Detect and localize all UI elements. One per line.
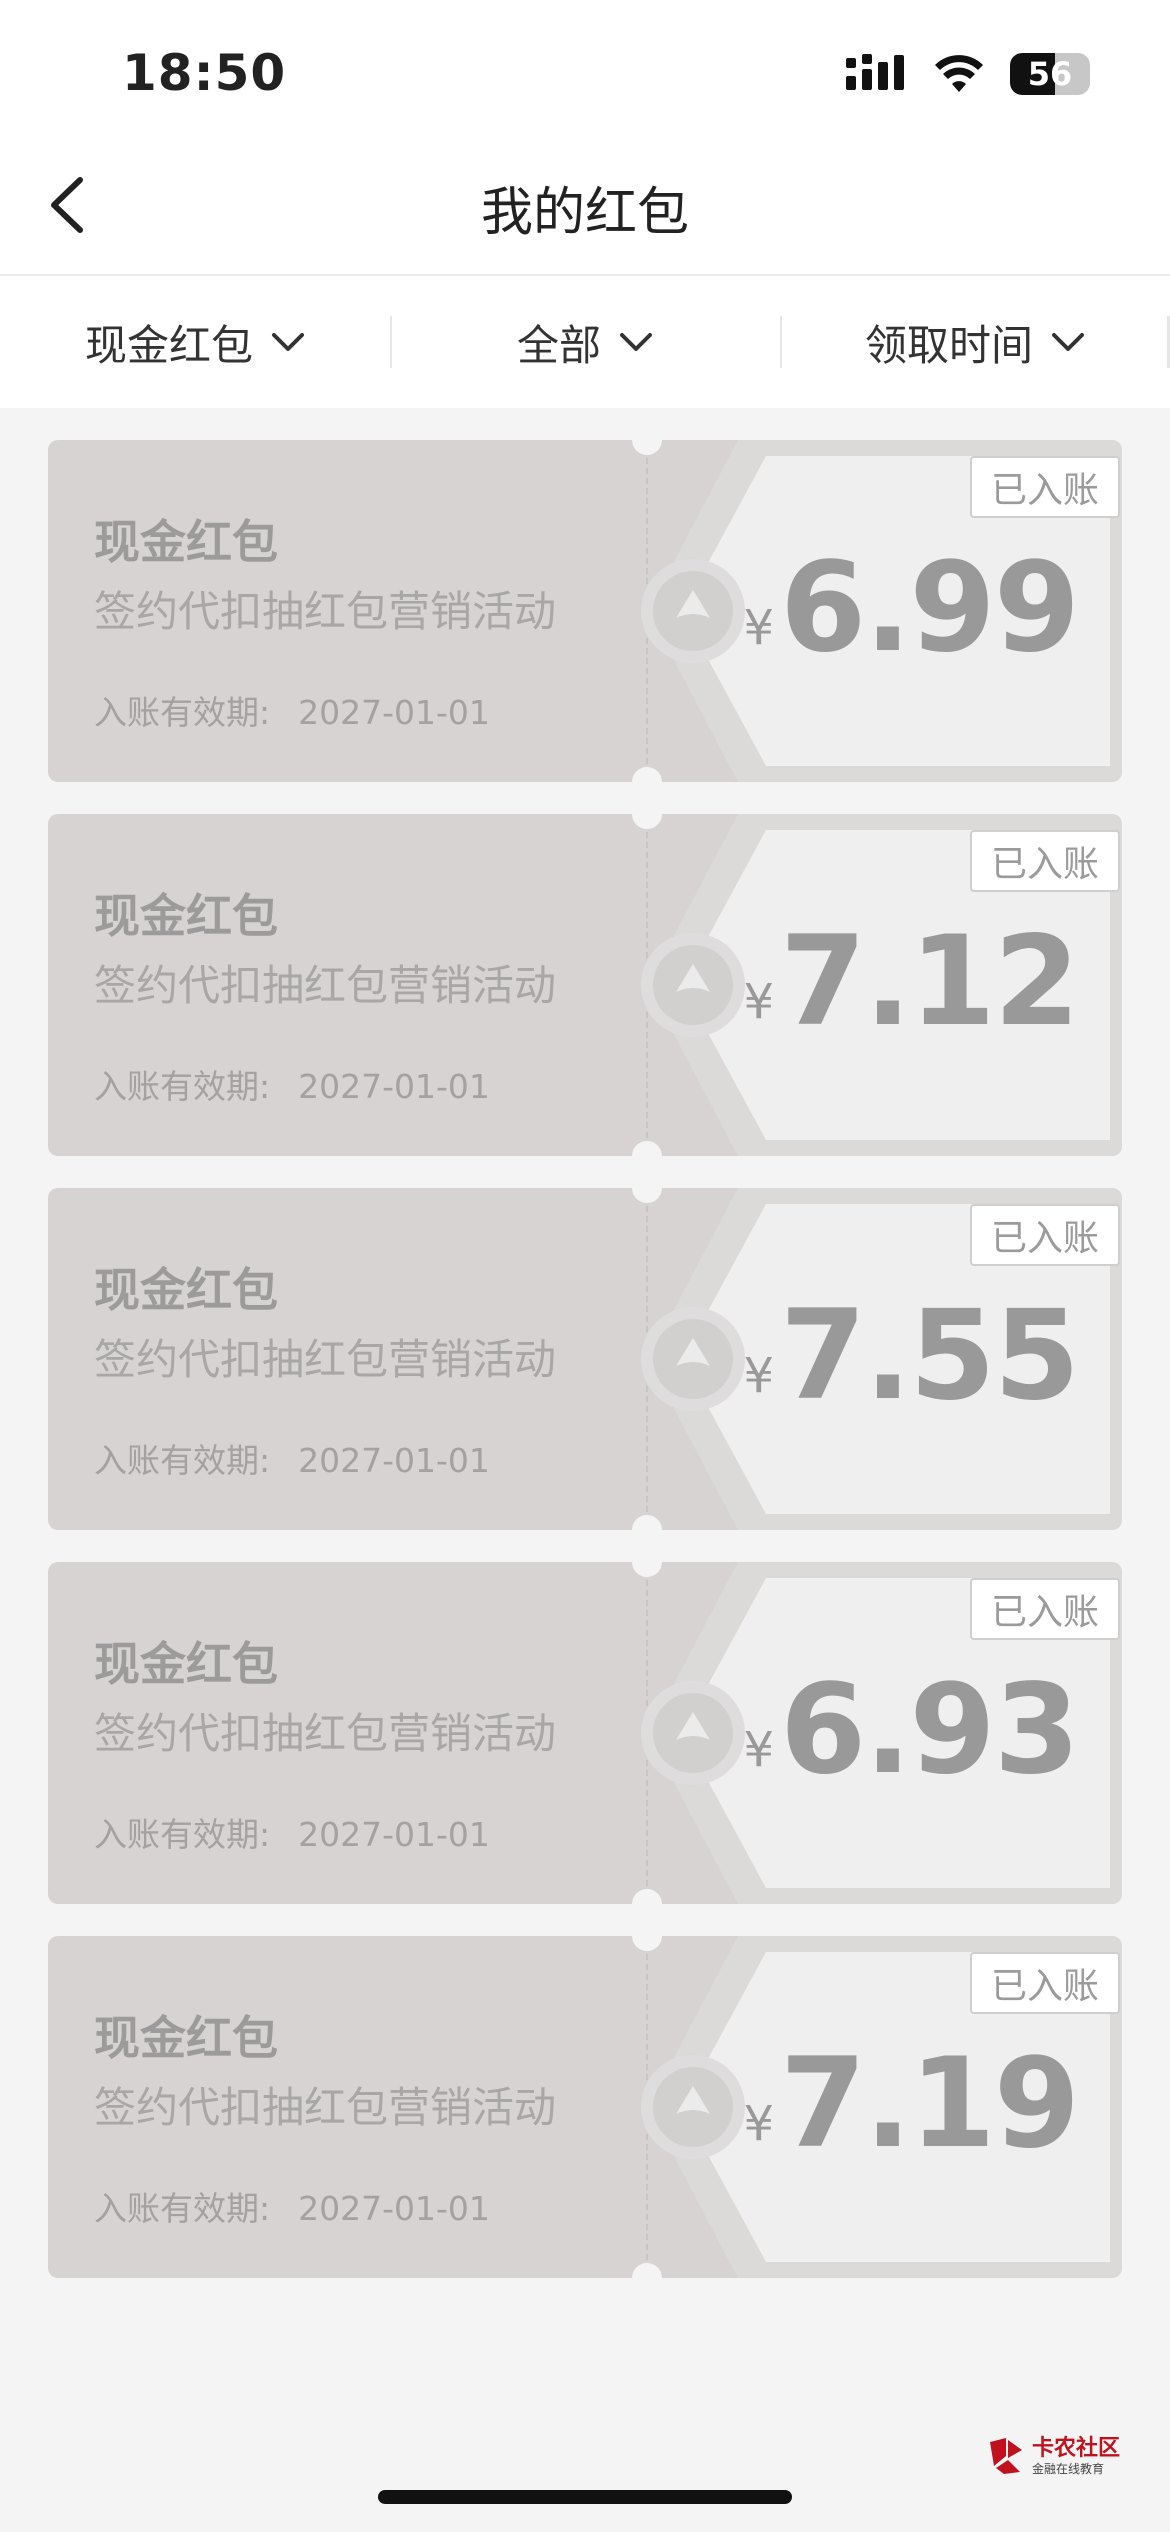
amount-value: 6.99 — [780, 536, 1080, 680]
expiry-date: 2027-01-01 — [298, 1441, 490, 1480]
coin-icon — [641, 559, 745, 663]
red-packet-card[interactable]: 现金红包 签约代扣抽红包营销活动 入账有效期: 2027-01-01 ¥ 6.93… — [48, 1562, 1122, 1904]
coupon-list: 现金红包 签约代扣抽红包营销活动 入账有效期: 2027-01-01 ¥ 6.99… — [48, 440, 1122, 2310]
status-badge: 已入账 — [970, 830, 1120, 892]
coupon-title: 现金红包 — [94, 1637, 278, 1691]
currency-symbol: ¥ — [743, 1348, 775, 1404]
status-icons: 56 — [844, 52, 1090, 96]
coin-icon — [641, 1307, 745, 1411]
currency-symbol: ¥ — [743, 600, 775, 656]
wifi-icon — [935, 55, 983, 92]
coin-icon — [641, 1681, 745, 1785]
status-badge: 已入账 — [970, 1952, 1120, 2014]
currency-symbol: ¥ — [743, 974, 775, 1030]
currency-symbol: ¥ — [743, 1722, 775, 1778]
coupon-expiry: 入账有效期: 2027-01-01 — [94, 1060, 490, 1108]
red-packet-card[interactable]: 现金红包 签约代扣抽红包营销活动 入账有效期: 2027-01-01 ¥ 7.55… — [48, 1188, 1122, 1530]
coupon-desc: 签约代扣抽红包营销活动 — [94, 587, 557, 636]
signal-icon — [846, 54, 904, 90]
coupon-title: 现金红包 — [94, 1263, 278, 1317]
amount-value: 7.19 — [780, 2032, 1080, 2176]
coupon-amount: ¥ 6.99 — [743, 536, 1080, 680]
filter-type-label: 现金红包 — [84, 320, 253, 370]
red-packet-card[interactable]: 现金红包 签约代扣抽红包营销活动 入账有效期: 2027-01-01 ¥ 7.12… — [48, 814, 1122, 1156]
watermark: 卡农社区 金融在线教育 — [986, 2436, 1120, 2476]
watermark-logo-icon — [989, 2438, 1022, 2474]
home-indicator[interactable] — [378, 2490, 792, 2504]
coupon-expiry: 入账有效期: 2027-01-01 — [94, 1434, 490, 1482]
red-packet-card[interactable]: 现金红包 签约代扣抽红包营销活动 入账有效期: 2027-01-01 ¥ 6.99… — [48, 440, 1122, 782]
expiry-label: 入账有效期: — [94, 693, 271, 732]
expiry-label: 入账有效期: — [94, 1441, 271, 1480]
coupon-amount: ¥ 7.55 — [743, 1284, 1080, 1428]
chevron-down-icon — [272, 333, 304, 351]
filter-type-dropdown[interactable]: 现金红包 — [0, 276, 390, 408]
amount-value: 7.55 — [780, 1284, 1080, 1428]
expiry-date: 2027-01-01 — [298, 2189, 490, 2228]
coupon-title: 现金红包 — [94, 2011, 278, 2065]
coupon-desc: 签约代扣抽红包营销活动 — [94, 1709, 557, 1758]
filter-sort-label: 领取时间 — [864, 320, 1033, 370]
expiry-label: 入账有效期: — [94, 2189, 271, 2228]
coupon-desc: 签约代扣抽红包营销活动 — [94, 1335, 557, 1384]
expiry-label: 入账有效期: — [94, 1067, 271, 1106]
status-badge: 已入账 — [970, 456, 1120, 518]
chevron-down-icon — [1052, 333, 1084, 351]
coin-icon — [641, 933, 745, 1037]
coupon-desc: 签约代扣抽红包营销活动 — [94, 961, 557, 1010]
nav-bar: 我的红包 — [0, 140, 1170, 276]
status-badge: 已入账 — [970, 1578, 1120, 1640]
coupon-expiry: 入账有效期: 2027-01-01 — [94, 2182, 490, 2230]
expiry-date: 2027-01-01 — [298, 1067, 490, 1106]
expiry-label: 入账有效期: — [94, 1815, 271, 1854]
filter-sort-dropdown[interactable]: 领取时间 — [780, 276, 1170, 408]
watermark-subtitle: 金融在线教育 — [1031, 2461, 1104, 2476]
status-time: 18:50 — [122, 44, 287, 102]
watermark-title: 卡农社区 — [1031, 2435, 1120, 2461]
chevron-down-icon — [620, 333, 652, 351]
expiry-date: 2027-01-01 — [298, 1815, 490, 1854]
coupon-expiry: 入账有效期: 2027-01-01 — [94, 686, 490, 734]
battery-level: 56 — [1027, 55, 1073, 93]
expiry-date: 2027-01-01 — [298, 693, 490, 732]
currency-symbol: ¥ — [743, 2096, 775, 2152]
red-packet-card[interactable]: 现金红包 签约代扣抽红包营销活动 入账有效期: 2027-01-01 ¥ 7.19… — [48, 1936, 1122, 2278]
coupon-amount: ¥ 7.12 — [743, 910, 1080, 1054]
coupon-amount: ¥ 6.93 — [743, 1658, 1080, 1802]
filter-bar: 现金红包 全部 领取时间 — [0, 276, 1170, 408]
coupon-title: 现金红包 — [94, 515, 278, 569]
coupon-amount: ¥ 7.19 — [743, 2032, 1080, 2176]
coin-icon — [641, 2055, 745, 2159]
coupon-desc: 签约代扣抽红包营销活动 — [94, 2083, 557, 2132]
page-title: 我的红包 — [480, 183, 689, 243]
filter-status-dropdown[interactable]: 全部 — [390, 276, 780, 408]
amount-value: 6.93 — [780, 1658, 1080, 1802]
status-bar: 18:50 56 — [0, 0, 1170, 140]
battery-icon: 56 — [1010, 53, 1090, 95]
coupon-expiry: 入账有效期: 2027-01-01 — [94, 1808, 490, 1856]
watermark-text: 卡农社区 金融在线教育 — [1031, 2435, 1120, 2476]
coupon-title: 现金红包 — [94, 889, 278, 943]
status-badge: 已入账 — [970, 1204, 1120, 1266]
filter-status-label: 全部 — [516, 320, 601, 370]
amount-value: 7.12 — [780, 910, 1080, 1054]
